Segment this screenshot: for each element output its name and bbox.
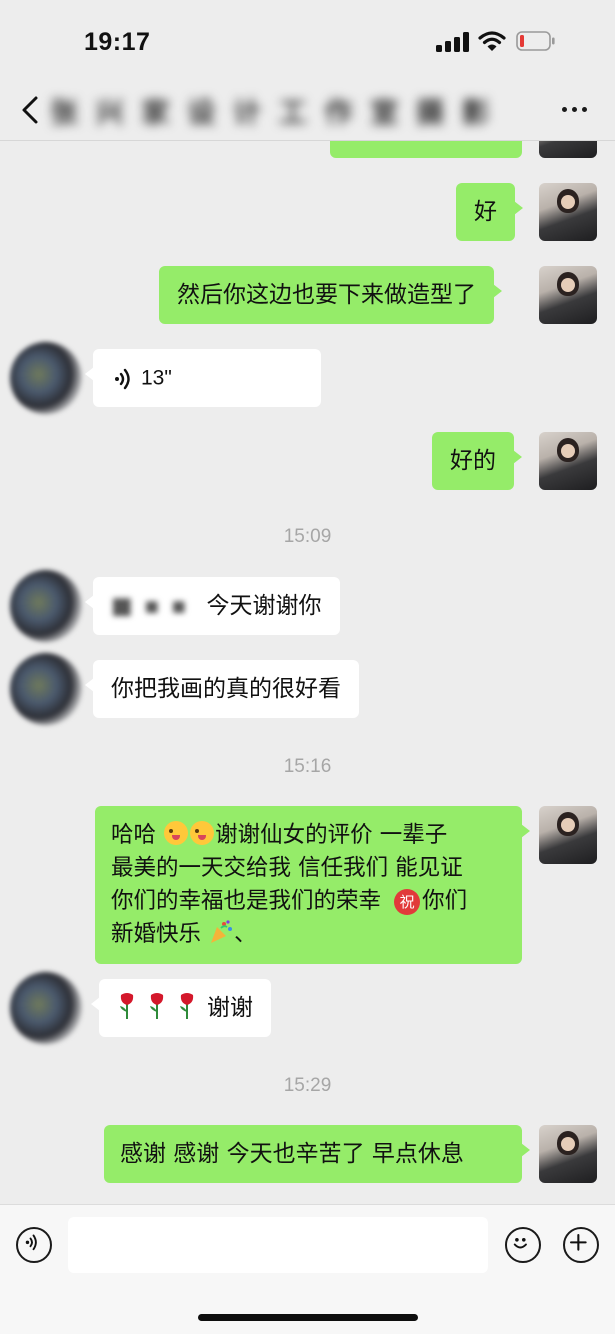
message-text: 感谢 感谢 今天也辛苦了 早点休息 [120,1141,464,1167]
add-button[interactable] [563,1227,599,1263]
voice-message-bubble[interactable]: 13" [85,349,321,407]
wifi-icon [478,31,506,51]
message-line: 新婚快乐 、 [111,918,506,951]
message-bubble-incoming[interactable]: ■ ▪ ▪ 今天谢谢你 [85,577,340,635]
message-text: 今天谢谢你 [206,593,322,619]
message-line: 最美的一天交给我 信任我们 能见证 [111,855,463,881]
friend-avatar[interactable] [10,342,82,414]
friend-avatar[interactable] [10,972,82,1044]
rose-icon [180,993,194,1019]
voice-input-button[interactable] [16,1227,52,1263]
message-text: 你把我画的真的很好看 [111,676,341,702]
home-indicator[interactable] [198,1314,418,1321]
message-text: 你们 [422,888,468,914]
message-text: 、 [234,921,257,947]
timestamp: 15:29 [283,1075,332,1096]
more-icon[interactable] [560,106,590,116]
message-line: 你们的幸福也是我们的荣幸 祝你们 [111,885,506,918]
voice-wave-icon [115,368,130,389]
chevron-left-icon[interactable] [18,94,46,126]
message-text: 新婚快乐 [111,921,209,947]
my-avatar[interactable] [539,266,597,324]
wink-emoji-icon [190,821,215,845]
chat-header: 张 兴 家 设 计 工 作 室 摄 影 [0,82,615,141]
timestamp: 15:09 [283,526,332,547]
message-text: 谢谢 [207,995,253,1021]
message-text: 哈哈 [111,822,164,848]
voice-duration: 13" [141,366,172,390]
message-text: 好的 [450,448,496,474]
my-avatar[interactable] [539,806,597,864]
message-line: 哈哈 谢谢仙女的评价 一辈子 [111,819,506,852]
cellular-signal-icon [436,32,472,52]
message-bubble-outgoing[interactable]: 感谢 感谢 今天也辛苦了 早点休息 [104,1125,530,1183]
wink-emoji-icon [164,821,189,845]
message-bubble-outgoing[interactable]: 哈哈 谢谢仙女的评价 一辈子 最美的一天交给我 信任我们 能见证 你们的幸福也是… [95,806,530,964]
rose-icon [120,993,134,1019]
my-avatar[interactable] [539,140,597,158]
message-list[interactable]: 好 然后你这边也要下来做造型了 13" 好的 15:09 ■ ▪ ▪ 今天谢谢你 … [0,140,615,1204]
my-avatar[interactable] [539,183,597,241]
message-bubble-incoming[interactable]: 谢谢 [91,979,271,1037]
timestamp: 15:16 [283,756,332,777]
status-time: 19:17 [84,28,151,56]
my-avatar[interactable] [539,1125,597,1183]
party-popper-icon [211,920,233,943]
blurred-name: ■ ▪ ▪ [111,593,189,619]
voice-icon [25,1234,37,1251]
my-avatar[interactable] [539,432,597,490]
message-bubble-partial[interactable] [330,140,530,158]
friend-avatar[interactable] [10,653,82,725]
rose-icon [150,993,164,1019]
emoji-button[interactable] [505,1227,541,1263]
message-bubble-incoming[interactable]: 你把我画的真的很好看 [85,660,359,718]
message-text: 好 [474,199,497,225]
message-text: 谢谢仙女的评价 一辈子 [215,822,448,848]
friend-avatar[interactable] [10,570,82,642]
message-bubble-outgoing[interactable]: 好的 [432,432,522,490]
message-bubble-outgoing[interactable]: 好 [456,183,523,241]
zhu-badge-icon: 祝 [394,889,421,915]
plus-icon [569,1233,587,1251]
status-bar: 19:17 [0,0,615,82]
message-text: 你们的幸福也是我们的荣幸 [111,888,389,914]
message-input[interactable] [68,1217,488,1273]
chat-title: 张 兴 家 设 计 工 作 室 摄 影 [50,96,494,129]
message-text: 然后你这边也要下来做造型了 [177,282,476,308]
emoji-icon [513,1237,527,1249]
battery-icon [516,31,555,51]
message-bubble-outgoing[interactable]: 然后你这边也要下来做造型了 [159,266,502,324]
